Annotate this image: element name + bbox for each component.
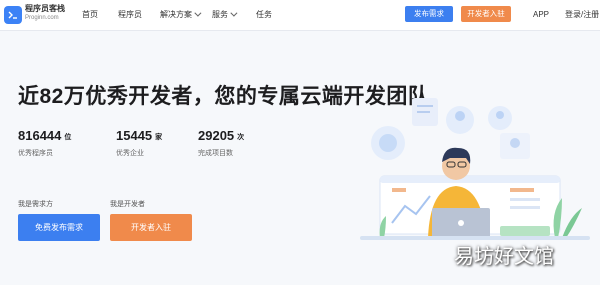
stat-companies-value: 15445: [116, 128, 153, 143]
logo-icon[interactable]: [4, 6, 22, 24]
publish-demand-button[interactable]: 发布需求: [405, 6, 453, 22]
stat-companies-unit: 家: [155, 133, 163, 141]
stat-developers-label: 优秀程序员: [18, 150, 53, 157]
logo-title[interactable]: 程序员客栈: [25, 4, 65, 14]
stat-developers-unit: 位: [64, 133, 72, 141]
nav-item-services[interactable]: 服务: [212, 9, 238, 21]
nav-item-programmers[interactable]: 程序员: [118, 9, 142, 21]
stat-developers-value: 816444: [18, 128, 62, 143]
login-register-link[interactable]: 登录/注册: [565, 9, 599, 21]
developer-label: 我是开发者: [110, 201, 145, 208]
developer-join-cta-button[interactable]: 开发者入驻: [110, 214, 192, 241]
free-publish-button[interactable]: 免费发布需求: [18, 214, 100, 241]
watermark-text: 易坊好文馆: [454, 244, 554, 268]
clock-icon: [379, 134, 397, 152]
client-label: 我是需求方: [18, 201, 53, 208]
nav-item-solutions-label: 解决方案: [160, 10, 192, 19]
stat-developers: 816444 位: [18, 128, 71, 143]
chevron-down-icon: [194, 9, 202, 17]
developer-illustration: [360, 98, 590, 240]
nav-item-tasks[interactable]: 任务: [256, 9, 272, 21]
stat-companies-label: 优秀企业: [116, 150, 144, 157]
stat-companies: 15445 家: [116, 128, 162, 143]
nav-item-solutions[interactable]: 解决方案: [160, 9, 202, 21]
app-link[interactable]: APP: [533, 9, 549, 21]
nav-item-home[interactable]: 首页: [82, 9, 98, 21]
logo-subtitle: Proginn.com: [25, 15, 59, 21]
stat-projects-label: 完成项目数: [198, 150, 233, 157]
developer-join-button[interactable]: 开发者入驻: [461, 6, 511, 22]
stat-projects-value: 29205: [198, 128, 235, 143]
stat-projects: 29205 次: [198, 128, 244, 143]
top-navigation-bar: 程序员客栈 Proginn.com 首页 程序员 解决方案 服务 任务 发布需求…: [0, 0, 600, 31]
stat-projects-unit: 次: [237, 133, 245, 141]
chevron-down-icon: [230, 9, 238, 17]
nav-item-services-label: 服务: [212, 10, 228, 19]
